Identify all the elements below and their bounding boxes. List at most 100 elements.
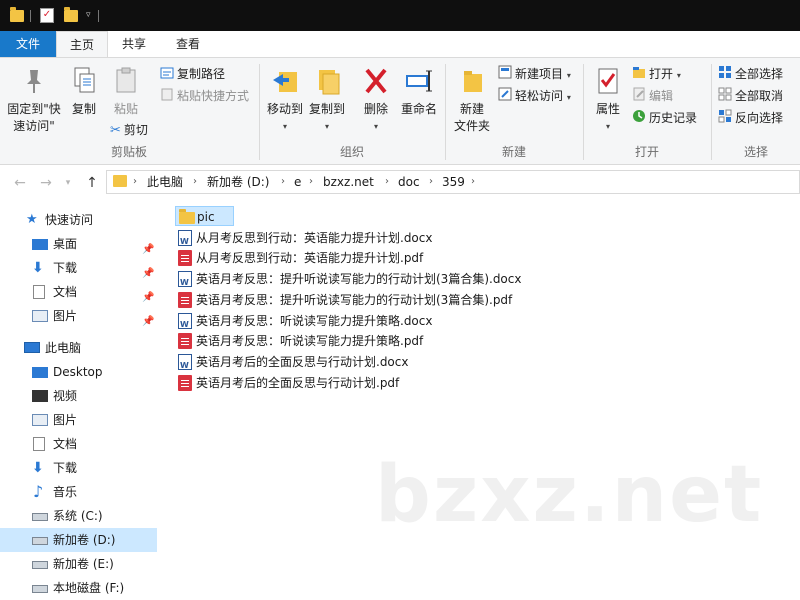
nav-this-pc[interactable]: 此电脑 bbox=[0, 336, 157, 360]
breadcrumb-drive-d[interactable]: 新加卷 (D:) bbox=[207, 171, 269, 193]
chevron-right-icon[interactable]: › bbox=[309, 171, 313, 193]
address-row: ← → ▾ ↑ › 此电脑 › 新加卷 (D:) › e › bzxz.net … bbox=[0, 168, 800, 197]
select-all-button[interactable]: 全部选择 bbox=[718, 64, 783, 84]
breadcrumb-doc[interactable]: doc bbox=[398, 171, 420, 193]
paste-shortcut-label: 粘贴快捷方式 bbox=[177, 89, 250, 103]
cut-button[interactable]: ✂ 剪切 bbox=[110, 120, 148, 140]
nav-pc-downloads[interactable]: ⬇ 下载 bbox=[0, 456, 157, 480]
chevron-down-icon: ▾ bbox=[282, 122, 287, 131]
easy-access-button[interactable]: 轻松访问 ▾ bbox=[498, 86, 571, 106]
delete-label: 删除 bbox=[363, 102, 388, 116]
chevron-right-icon[interactable]: › bbox=[471, 171, 475, 193]
scissors-icon: ✂ bbox=[110, 122, 121, 138]
rename-button[interactable]: 重命名 bbox=[398, 66, 440, 118]
picture-icon bbox=[32, 414, 48, 426]
nav-label: 新加卷 (E:) bbox=[53, 557, 114, 571]
back-arrow-icon[interactable]: ← bbox=[10, 173, 30, 193]
breadcrumb-this-pc[interactable]: 此电脑 bbox=[147, 171, 183, 193]
select-group: 全部选择 全部取消 反向选择 选择 bbox=[712, 58, 800, 164]
properties-quick-icon[interactable]: ✓ bbox=[40, 8, 54, 23]
pin-icon[interactable]: 📌 bbox=[142, 310, 154, 334]
word-document-icon bbox=[178, 230, 192, 252]
nav-quick-access[interactable]: ★ 快速访问 bbox=[0, 208, 157, 232]
tab-view[interactable]: 查看 bbox=[162, 31, 214, 57]
new-folder-icon bbox=[464, 71, 482, 92]
chevron-right-icon[interactable]: › bbox=[193, 171, 197, 193]
nav-pc-desktop[interactable]: Desktop bbox=[0, 360, 157, 384]
paste-shortcut-button[interactable]: 粘贴快捷方式 bbox=[160, 86, 249, 106]
address-bar[interactable]: › 此电脑 › 新加卷 (D:) › e › bzxz.net › doc › … bbox=[106, 170, 800, 194]
pdf-icon bbox=[178, 333, 192, 349]
properties-button[interactable]: 属性 ▾ bbox=[590, 66, 626, 135]
file-name: 英语月考反思：听说读写能力提升策略.docx bbox=[196, 314, 433, 328]
tab-home[interactable]: 主页 bbox=[56, 31, 108, 57]
new-folder-button[interactable]: 新建 文件夹 bbox=[450, 66, 494, 135]
nav-drive-e[interactable]: 新加卷 (E:) bbox=[0, 552, 157, 576]
file-row-folder[interactable]: pic bbox=[175, 206, 234, 226]
history-button[interactable]: 历史记录 bbox=[632, 108, 697, 128]
open-group-label: 打开 bbox=[634, 145, 659, 159]
select-none-button[interactable]: 全部取消 bbox=[718, 86, 783, 106]
new-folder-label: 新建 文件夹 bbox=[453, 102, 490, 133]
file-name: pic bbox=[197, 210, 215, 224]
nav-label: 快速访问 bbox=[45, 213, 94, 227]
nav-videos[interactable]: 视频 bbox=[0, 384, 157, 408]
copy-to-button[interactable]: 复制到 ▾ bbox=[306, 66, 348, 135]
nav-label: 文档 bbox=[53, 285, 78, 299]
paste-button[interactable]: 粘贴 bbox=[106, 66, 146, 118]
open-label: 打开 bbox=[649, 67, 674, 81]
forward-arrow-icon[interactable]: → bbox=[36, 173, 56, 193]
properties-icon bbox=[598, 68, 618, 94]
copy-button[interactable]: 复制 bbox=[66, 66, 102, 118]
nav-drive-c[interactable]: 系统 (C:) bbox=[0, 504, 157, 528]
tab-share[interactable]: 共享 bbox=[110, 31, 158, 57]
nav-label: 桌面 bbox=[53, 237, 78, 251]
delete-button[interactable]: 删除 ▾ bbox=[358, 66, 394, 135]
nav-pc-pictures[interactable]: 图片 bbox=[0, 408, 157, 432]
nav-label: 本地磁盘 (F:) bbox=[53, 581, 125, 595]
nav-label: 下载 bbox=[53, 461, 78, 475]
breadcrumb-bzxz[interactable]: bzxz.net bbox=[323, 171, 374, 193]
toolbar-divider bbox=[98, 10, 99, 22]
desktop-icon bbox=[32, 367, 48, 378]
chevron-right-icon[interactable]: › bbox=[133, 171, 137, 193]
nav-music[interactable]: ♪ 音乐 bbox=[0, 480, 157, 504]
edit-button[interactable]: 编辑 bbox=[632, 86, 673, 106]
file-name: 英语月考后的全面反思与行动计划.pdf bbox=[196, 376, 400, 390]
chevron-right-icon[interactable]: › bbox=[385, 171, 389, 193]
file-name: 从月考反思到行动：英语能力提升计划.docx bbox=[196, 231, 433, 245]
open-button[interactable]: 打开 ▾ bbox=[632, 64, 681, 84]
copy-path-button[interactable]: 复制路径 bbox=[160, 64, 225, 84]
nav-label: 新加卷 (D:) bbox=[53, 533, 116, 547]
nav-drive-d[interactable]: 新加卷 (D:) bbox=[0, 528, 157, 552]
customize-toolbar-icon[interactable]: ▿ bbox=[86, 10, 91, 25]
folder-icon[interactable] bbox=[10, 7, 24, 22]
chevron-right-icon[interactable]: › bbox=[429, 171, 433, 193]
drive-icon bbox=[32, 513, 48, 521]
breadcrumb-359[interactable]: 359 bbox=[442, 171, 465, 193]
ribbon-tabs: 文件 主页 共享 查看 bbox=[0, 31, 800, 57]
new-item-button[interactable]: 新建项目 ▾ bbox=[498, 64, 571, 84]
delete-icon bbox=[365, 68, 387, 94]
nav-pc-documents[interactable]: 文档 bbox=[0, 432, 157, 456]
move-to-button[interactable]: 移动到 ▾ bbox=[264, 66, 306, 135]
nav-pictures[interactable]: 图片 📌 bbox=[0, 304, 157, 328]
up-arrow-icon[interactable]: ↑ bbox=[82, 173, 102, 193]
recent-locations-chevron-icon[interactable]: ▾ bbox=[58, 173, 78, 193]
nav-desktop[interactable]: 桌面 📌 bbox=[0, 232, 157, 256]
nav-drive-f[interactable]: 本地磁盘 (F:) bbox=[0, 576, 157, 600]
pin-to-quick-access-button[interactable]: 固定到"快速访问" bbox=[4, 66, 64, 135]
picture-icon bbox=[32, 310, 48, 322]
nav-label: 视频 bbox=[53, 389, 78, 403]
file-name: 英语月考后的全面反思与行动计划.docx bbox=[196, 355, 409, 369]
invert-selection-button[interactable]: 反向选择 bbox=[718, 108, 783, 128]
tab-file[interactable]: 文件 bbox=[0, 31, 56, 57]
nav-documents[interactable]: 文档 📌 bbox=[0, 280, 157, 304]
new-folder-quick-icon[interactable] bbox=[64, 7, 78, 22]
invert-selection-label: 反向选择 bbox=[735, 111, 784, 125]
music-note-icon: ♪ bbox=[33, 482, 44, 501]
nav-downloads[interactable]: ⬇ 下载 📌 bbox=[0, 256, 157, 280]
breadcrumb-e[interactable]: e bbox=[294, 171, 301, 193]
chevron-down-icon: ▾ bbox=[605, 122, 610, 131]
chevron-right-icon[interactable]: › bbox=[281, 171, 285, 193]
